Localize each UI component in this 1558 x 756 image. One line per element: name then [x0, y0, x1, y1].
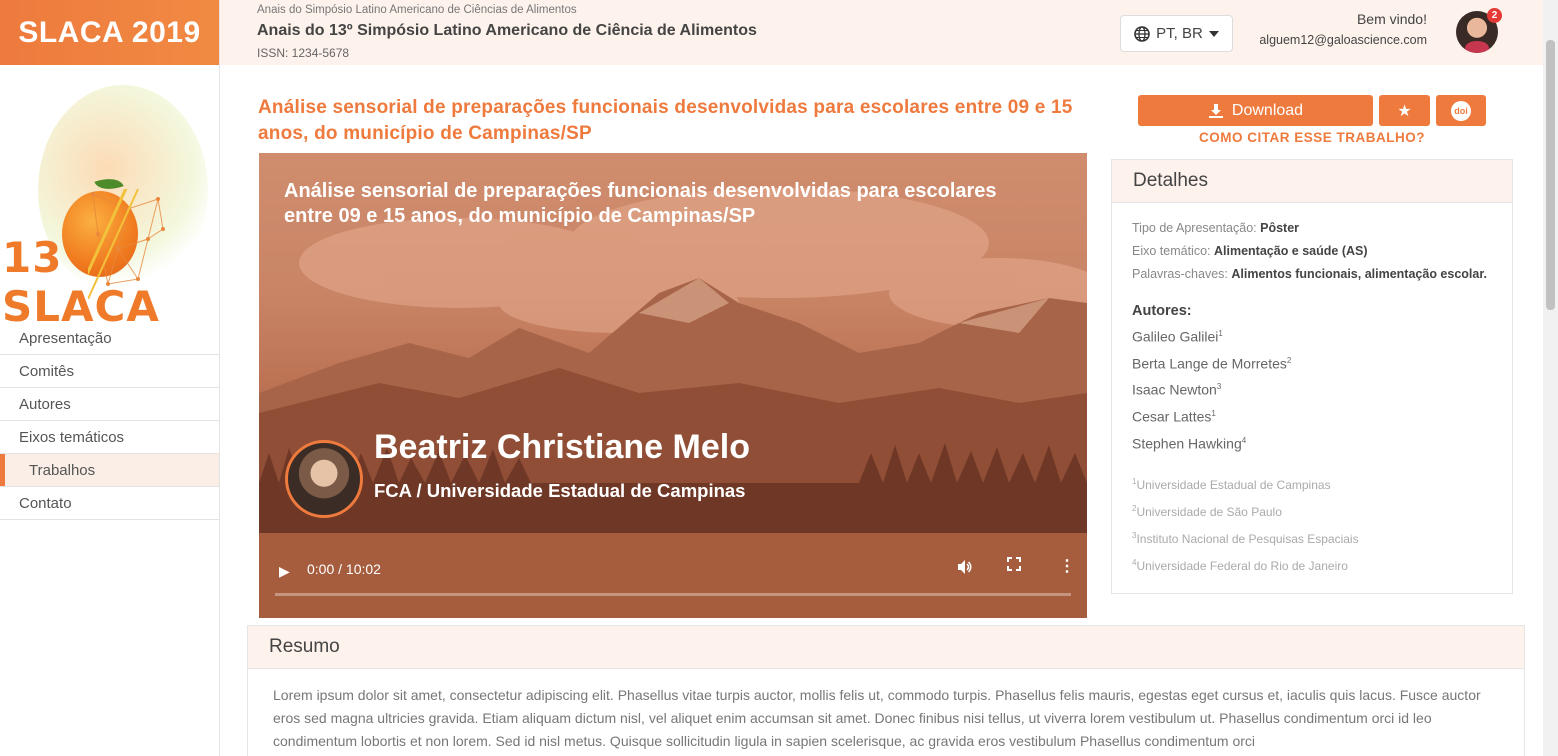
logo-text: 13 SLACA — [2, 233, 160, 331]
fullscreen-icon[interactable] — [1007, 557, 1021, 571]
cite-link[interactable]: COMO CITAR ESSE TRABALHO? — [1138, 130, 1486, 145]
presenter-photo — [285, 440, 363, 518]
abstract-text: Lorem ipsum dolor sit amet, consectetur … — [273, 687, 1481, 749]
video-player[interactable]: Análise sensorial de preparações funcion… — [259, 153, 1087, 618]
paper-title: Análise sensorial de preparações funcion… — [258, 97, 1073, 144]
sidebar-item-autores[interactable]: Autores — [0, 388, 219, 421]
language-label: PT, BR — [1156, 25, 1203, 42]
doi-button[interactable]: doi — [1436, 95, 1486, 126]
presenter-affiliation: FCA / Universidade Estadual de Campinas — [374, 480, 746, 501]
institution-item: 4Universidade Federal do Rio de Janeiro — [1132, 551, 1492, 578]
author-name: Stephen Hawking — [1132, 435, 1242, 452]
sidebar-nav: Apresentação Comitês Autores Eixos temát… — [0, 322, 219, 520]
brand-title: SLACA 2019 — [18, 15, 201, 49]
keywords-value: Alimentos funcionais, alimentação escola… — [1231, 267, 1487, 281]
brand-bar[interactable]: SLACA 2019 — [0, 0, 219, 65]
video-overlay-title: Análise sensorial de preparações funcion… — [284, 180, 997, 227]
video-time: 0:00 / 10:02 — [307, 561, 381, 577]
presentation-type: Tipo de Apresentação: Pôster — [1132, 217, 1492, 240]
author-item[interactable]: Galileo Galilei1 — [1132, 322, 1492, 349]
scrollbar-thumb[interactable] — [1546, 40, 1555, 310]
globe-icon — [1134, 25, 1150, 42]
sidebar-item-contato[interactable]: Contato — [0, 487, 219, 520]
presenter-name: Beatriz Christiane Melo — [374, 428, 750, 466]
doi-icon: doi — [1451, 100, 1471, 121]
sidebar-item-eixos-tematicos[interactable]: Eixos temáticos — [0, 421, 219, 454]
keywords: Palavras-chaves: Alimentos funcionais, a… — [1132, 263, 1492, 286]
sidebar-item-trabalhos[interactable]: Trabalhos — [0, 454, 219, 487]
author-sup: 1 — [1211, 408, 1216, 418]
sidebar-item-comites[interactable]: Comitês — [0, 355, 219, 388]
author-item[interactable]: Stephen Hawking4 — [1132, 429, 1492, 456]
page-scrollbar[interactable] — [1543, 0, 1558, 756]
thematic-axis-value: Alimentação e saúde (AS) — [1214, 244, 1368, 258]
author-sup: 1 — [1218, 329, 1223, 338]
institution-item: 3Instituto Nacional de Pesquisas Espacia… — [1132, 524, 1492, 551]
details-heading: Detalhes — [1112, 160, 1512, 203]
welcome-text: Bem vindo! — [1356, 11, 1427, 27]
author-name: Galileo Galilei — [1132, 328, 1219, 345]
event-subtitle: Anais do Simpósio Latino Americano de Ci… — [257, 4, 577, 16]
institution-name: Universidade de São Paulo — [1136, 505, 1282, 520]
language-selector[interactable]: PT, BR — [1120, 15, 1233, 52]
details-panel: Detalhes Tipo de Apresentação: Pôster Ei… — [1111, 159, 1513, 594]
sidebar: SLACA 2019 13 SLACA Apresentação Comitês… — [0, 0, 220, 756]
author-sup: 3 — [1216, 382, 1222, 392]
favorite-button[interactable]: ★ — [1379, 95, 1430, 126]
author-item[interactable]: Cesar Lattes1 — [1132, 402, 1492, 429]
authors-heading: Autores: — [1132, 303, 1192, 319]
sidebar-item-apresentacao[interactable]: Apresentação — [0, 322, 219, 355]
video-controls: ▶ 0:00 / 10:02 ⋮ — [259, 551, 1087, 618]
author-name: Berta Lange de Morretes — [1132, 355, 1287, 372]
author-name: Cesar Lattes — [1132, 408, 1212, 425]
abstract-panel: Resumo Lorem ipsum dolor sit amet, conse… — [247, 625, 1525, 756]
author-sup: 2 — [1286, 355, 1292, 365]
issn-label: ISSN: 1234-5678 — [257, 46, 350, 60]
star-icon: ★ — [1397, 102, 1412, 120]
presentation-type-value: Pôster — [1260, 221, 1300, 235]
thematic-axis: Eixo temático: Alimentação e saúde (AS) — [1132, 240, 1492, 263]
download-button[interactable]: Download — [1138, 95, 1373, 126]
institution-item: 1Universidade Estadual de Campinas — [1132, 470, 1492, 497]
author-item[interactable]: Berta Lange de Morretes2 — [1132, 349, 1492, 376]
institution-name: Universidade Federal do Rio de Janeiro — [1136, 559, 1348, 574]
caret-down-icon — [1208, 30, 1219, 37]
institution-name: Instituto Nacional de Pesquisas Espaciai… — [1136, 532, 1359, 547]
institution-item: 2Universidade de São Paulo — [1132, 497, 1492, 524]
institutions-list: 1Universidade Estadual de Campinas 2Univ… — [1132, 470, 1492, 578]
notification-badge[interactable]: 2 — [1487, 8, 1502, 23]
top-header: Anais do Simpósio Latino Americano de Ci… — [220, 0, 1543, 65]
event-title: Anais do 13º Simpósio Latino Americano d… — [257, 22, 757, 39]
download-icon — [1208, 103, 1223, 118]
keywords-label: Palavras-chaves: — [1132, 267, 1228, 281]
play-icon[interactable]: ▶ — [279, 563, 290, 580]
more-options-icon[interactable]: ⋮ — [1059, 556, 1075, 576]
video-progress-bar[interactable] — [275, 593, 1071, 596]
abstract-heading: Resumo — [248, 626, 1524, 669]
event-logo: 13 SLACA — [0, 65, 220, 331]
user-email: alguem12@galoascience.com — [1259, 33, 1427, 47]
author-name: Isaac Newton — [1132, 381, 1217, 398]
thematic-axis-label: Eixo temático: — [1132, 244, 1211, 258]
download-label: Download — [1231, 101, 1304, 119]
volume-icon[interactable] — [957, 559, 973, 575]
author-item[interactable]: Isaac Newton3 — [1132, 375, 1492, 402]
author-sup: 4 — [1241, 435, 1247, 445]
presentation-type-label: Tipo de Apresentação: — [1132, 221, 1257, 235]
institution-name: Universidade Estadual de Campinas — [1136, 478, 1331, 493]
